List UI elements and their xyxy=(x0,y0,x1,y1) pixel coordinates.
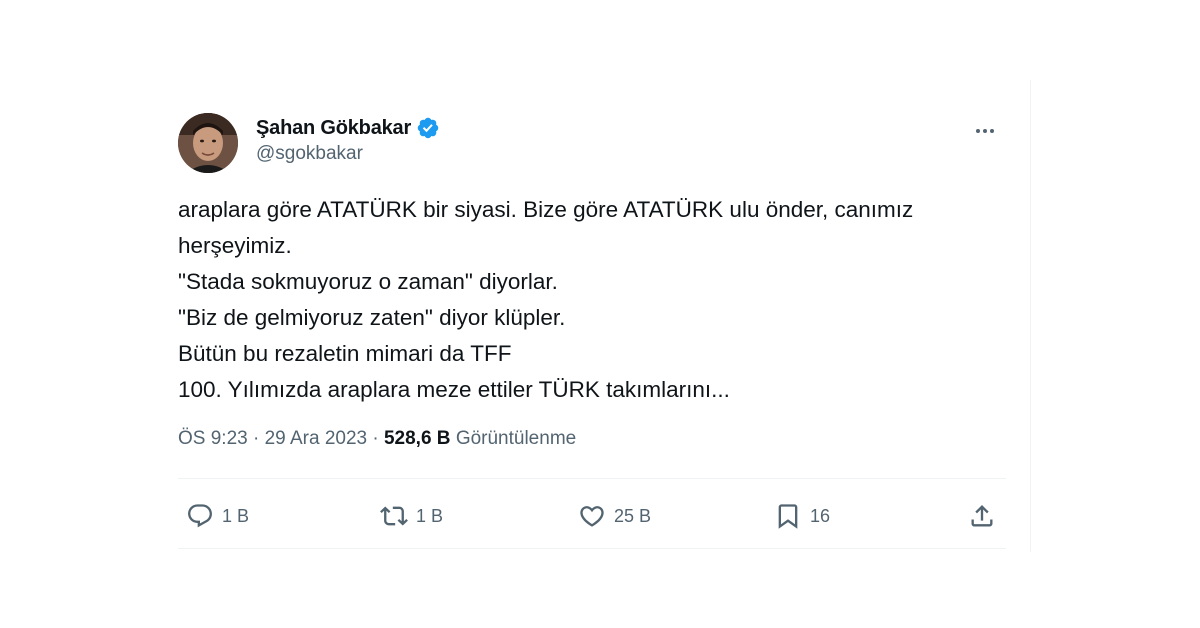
tweet-line: araplara göre ATATÜRK bir siyasi. Bize g… xyxy=(178,197,914,222)
divider xyxy=(178,548,1006,549)
author-handle[interactable]: @sgokbakar xyxy=(256,143,440,165)
heart-icon xyxy=(580,506,604,527)
retweet-button[interactable]: 1 B xyxy=(380,498,443,534)
verified-badge-icon xyxy=(416,116,440,140)
tweet-card: Şahan Gökbakar @sgokbakar araplara göre … xyxy=(160,80,1031,552)
tweet-line: "Stada sokmuyoruz o zaman" diyorlar. xyxy=(178,269,558,294)
meta-separator: · xyxy=(253,428,260,449)
tweet-line: "Biz de gelmiyoruz zaten" diyor klüpler. xyxy=(178,305,566,330)
tweet-meta: ÖS 9:23 · 29 Ara 2023 · 528,6 B Görüntül… xyxy=(178,428,576,450)
tweet-line: Bütün bu rezaletin mimari da TFF xyxy=(178,341,512,366)
tweet-line: 100. Yılımızda araplara meze ettiler TÜR… xyxy=(178,377,730,402)
divider xyxy=(178,478,1006,479)
retweet-count: 1 B xyxy=(416,505,444,526)
display-name[interactable]: Şahan Gökbakar xyxy=(256,117,411,140)
more-options-button[interactable] xyxy=(968,114,1002,148)
tweet-line: herşeyimiz. xyxy=(178,233,292,258)
avatar[interactable] xyxy=(178,113,238,173)
reply-icon xyxy=(188,504,212,528)
bookmark-count: 16 xyxy=(810,505,831,526)
like-button[interactable]: 25 B xyxy=(578,498,651,534)
display-name-row: Şahan Gökbakar xyxy=(256,115,440,141)
bookmark-icon xyxy=(778,504,798,529)
meta-separator: · xyxy=(372,428,379,449)
share-button[interactable] xyxy=(968,498,996,534)
more-icon xyxy=(976,129,994,133)
views-count[interactable]: 528,6 B xyxy=(384,428,451,449)
retweet-icon xyxy=(380,506,408,526)
share-icon xyxy=(971,505,993,527)
reply-button[interactable]: 1 B xyxy=(186,498,249,534)
tweet-date[interactable]: 29 Ara 2023 xyxy=(265,428,367,449)
bookmark-button[interactable]: 16 xyxy=(774,498,830,534)
like-count: 25 B xyxy=(614,505,652,526)
tweet-time[interactable]: ÖS 9:23 xyxy=(178,428,248,449)
tweet-text: araplara göre ATATÜRK bir siyasi. Bize g… xyxy=(178,192,1018,408)
views-label: Görüntülenme xyxy=(455,428,577,449)
action-bar: 1 B 1 B 25 B 16 xyxy=(178,498,1006,534)
reply-count: 1 B xyxy=(222,505,250,526)
author-info: Şahan Gökbakar @sgokbakar xyxy=(256,115,440,165)
tweet-header: Şahan Gökbakar @sgokbakar xyxy=(178,110,1008,174)
